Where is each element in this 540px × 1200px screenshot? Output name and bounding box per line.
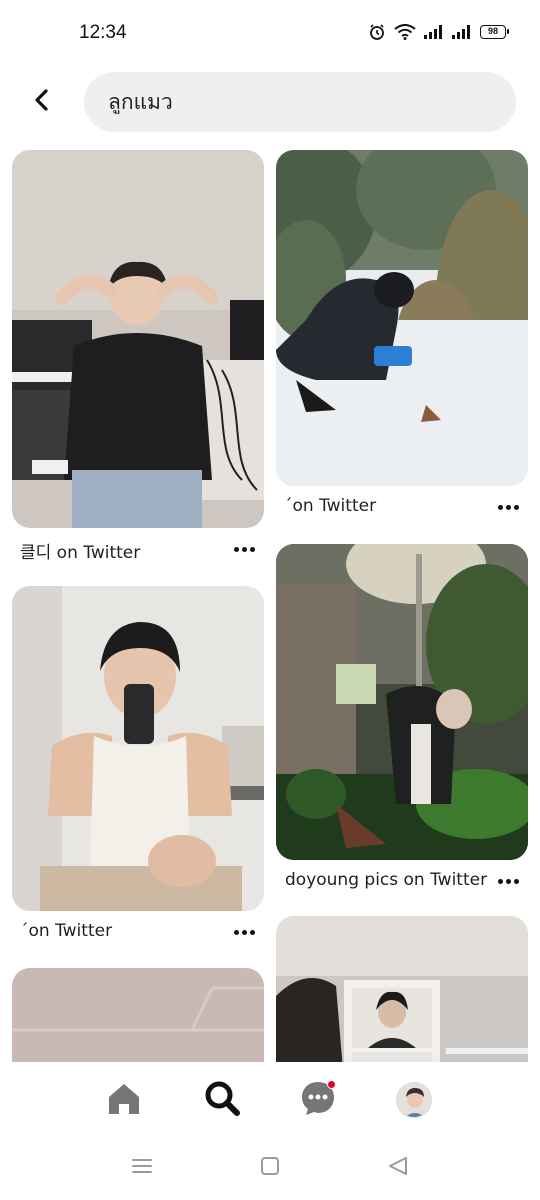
pin-image[interactable] xyxy=(12,968,264,1062)
pin-image[interactable] xyxy=(12,586,264,911)
pin-card[interactable]: ˊon Twitter xyxy=(276,150,528,530)
pin-grid: 클디 on Twitter ˊon Twitter ˊon Twitter do… xyxy=(0,150,540,1062)
more-options-button[interactable] xyxy=(230,922,258,942)
back-button[interactable] xyxy=(22,82,62,122)
more-options-button[interactable] xyxy=(230,539,258,559)
pin-image[interactable] xyxy=(276,916,528,1062)
nav-search[interactable] xyxy=(200,1078,244,1122)
notification-dot xyxy=(327,1080,336,1089)
home-system-button[interactable] xyxy=(256,1156,284,1180)
home-square-icon xyxy=(260,1156,280,1181)
pin-card[interactable] xyxy=(276,916,528,1062)
profile-avatar xyxy=(396,1082,432,1118)
pin-caption[interactable]: ˊon Twitter xyxy=(20,921,112,941)
recent-apps-button[interactable] xyxy=(128,1156,156,1180)
back-system-button[interactable] xyxy=(384,1156,412,1180)
pin-image[interactable] xyxy=(276,544,528,860)
pin-image[interactable] xyxy=(12,150,264,528)
pin-card[interactable]: ˊon Twitter xyxy=(12,586,264,946)
search-icon xyxy=(203,1079,241,1122)
alarm-icon xyxy=(368,23,386,41)
pinterest-search-screen: 12:34 98 ลูกแมว 클디 on Twitter ˊon Twitte… xyxy=(0,0,540,1200)
pin-card[interactable]: 클디 on Twitter xyxy=(12,150,264,570)
pin-card[interactable]: doyoung pics on Twitter xyxy=(276,544,528,904)
search-bar[interactable] xyxy=(84,72,516,132)
system-navigation-bar xyxy=(0,1136,540,1200)
pin-card[interactable] xyxy=(12,968,264,1062)
chevron-left-icon xyxy=(34,88,50,116)
pin-caption[interactable]: 클디 on Twitter xyxy=(20,538,140,563)
pin-caption[interactable]: doyoung pics on Twitter xyxy=(285,870,487,890)
bottom-navigation xyxy=(0,1062,540,1136)
nav-home[interactable] xyxy=(102,1078,146,1122)
wifi-icon xyxy=(394,24,416,40)
status-bar: 12:34 98 xyxy=(0,0,540,66)
signal-icon xyxy=(452,25,472,39)
nav-profile[interactable] xyxy=(392,1078,436,1122)
nav-messages[interactable] xyxy=(296,1078,340,1122)
more-options-button[interactable] xyxy=(494,871,522,891)
home-icon xyxy=(106,1080,142,1121)
back-triangle-icon xyxy=(387,1156,409,1181)
signal-icon xyxy=(424,25,444,39)
search-input[interactable] xyxy=(108,90,488,114)
pin-caption[interactable]: ˊon Twitter xyxy=(284,496,376,516)
pin-image[interactable] xyxy=(276,150,528,486)
status-time: 12:34 xyxy=(79,22,127,43)
battery-icon: 98 xyxy=(480,25,509,39)
more-options-button[interactable] xyxy=(494,497,522,517)
menu-icon xyxy=(131,1157,153,1180)
status-icons: 98 xyxy=(368,23,509,41)
